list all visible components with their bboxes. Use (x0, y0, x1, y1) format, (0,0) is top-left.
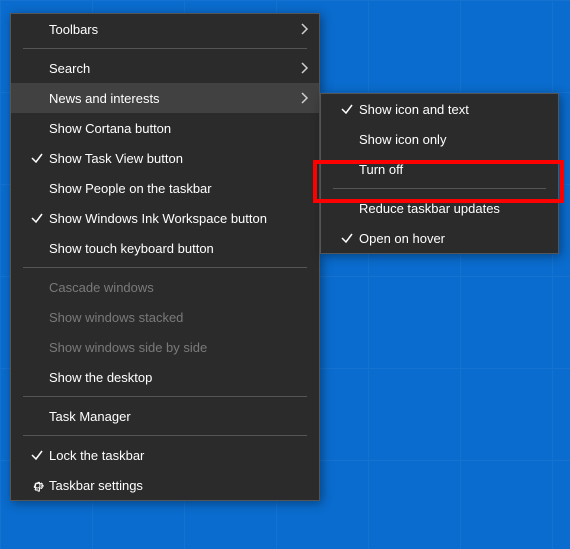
menu-label: Cascade windows (49, 280, 309, 295)
menu-item-taskbar-settings[interactable]: Taskbar settings (11, 470, 319, 500)
menu-item-show-people[interactable]: Show People on the taskbar (11, 173, 319, 203)
desktop-background: Toolbars Search News and interests Show … (0, 0, 570, 549)
menu-item-show-windows-side-by-side: Show windows side by side (11, 332, 319, 362)
separator (23, 48, 307, 49)
gear-icon (25, 478, 49, 493)
chevron-right-icon (301, 62, 309, 74)
menu-item-show-the-desktop[interactable]: Show the desktop (11, 362, 319, 392)
menu-label: Turn off (359, 162, 548, 177)
menu-item-show-windows-stacked: Show windows stacked (11, 302, 319, 332)
news-and-interests-submenu: Show icon and text Show icon only Turn o… (320, 93, 559, 254)
submenu-item-turn-off[interactable]: Turn off (321, 154, 558, 184)
check-icon (25, 448, 49, 462)
menu-item-toolbars[interactable]: Toolbars (11, 14, 319, 44)
separator (23, 396, 307, 397)
check-icon (335, 102, 359, 116)
menu-label: Open on hover (359, 231, 548, 246)
menu-label: Show People on the taskbar (49, 181, 309, 196)
menu-item-show-touch-keyboard[interactable]: Show touch keyboard button (11, 233, 319, 263)
separator (23, 435, 307, 436)
menu-label: Lock the taskbar (49, 448, 309, 463)
check-icon (335, 231, 359, 245)
menu-item-search[interactable]: Search (11, 53, 319, 83)
menu-label: Toolbars (49, 22, 301, 37)
menu-label: Show Task View button (49, 151, 309, 166)
menu-label: Search (49, 61, 301, 76)
menu-label: Task Manager (49, 409, 309, 424)
menu-label: News and interests (49, 91, 301, 106)
menu-label: Show icon only (359, 132, 548, 147)
menu-label: Show windows side by side (49, 340, 309, 355)
menu-label: Show Cortana button (49, 121, 309, 136)
menu-label: Show touch keyboard button (49, 241, 309, 256)
submenu-item-show-icon-and-text[interactable]: Show icon and text (321, 94, 558, 124)
submenu-item-open-on-hover[interactable]: Open on hover (321, 223, 558, 253)
menu-label: Show Windows Ink Workspace button (49, 211, 309, 226)
check-icon (25, 151, 49, 165)
menu-item-news-and-interests[interactable]: News and interests (11, 83, 319, 113)
menu-item-show-task-view-button[interactable]: Show Task View button (11, 143, 319, 173)
menu-item-task-manager[interactable]: Task Manager (11, 401, 319, 431)
taskbar-context-menu: Toolbars Search News and interests Show … (10, 13, 320, 501)
menu-item-cascade-windows: Cascade windows (11, 272, 319, 302)
menu-label: Show the desktop (49, 370, 309, 385)
separator (333, 188, 546, 189)
menu-item-lock-the-taskbar[interactable]: Lock the taskbar (11, 440, 319, 470)
menu-label: Reduce taskbar updates (359, 201, 548, 216)
chevron-right-icon (301, 92, 309, 104)
submenu-item-show-icon-only[interactable]: Show icon only (321, 124, 558, 154)
submenu-item-reduce-updates[interactable]: Reduce taskbar updates (321, 193, 558, 223)
chevron-right-icon (301, 23, 309, 35)
menu-label: Show windows stacked (49, 310, 309, 325)
separator (23, 267, 307, 268)
menu-item-show-ink-workspace[interactable]: Show Windows Ink Workspace button (11, 203, 319, 233)
menu-label: Taskbar settings (49, 478, 309, 493)
menu-item-show-cortana-button[interactable]: Show Cortana button (11, 113, 319, 143)
menu-label: Show icon and text (359, 102, 548, 117)
check-icon (25, 211, 49, 225)
